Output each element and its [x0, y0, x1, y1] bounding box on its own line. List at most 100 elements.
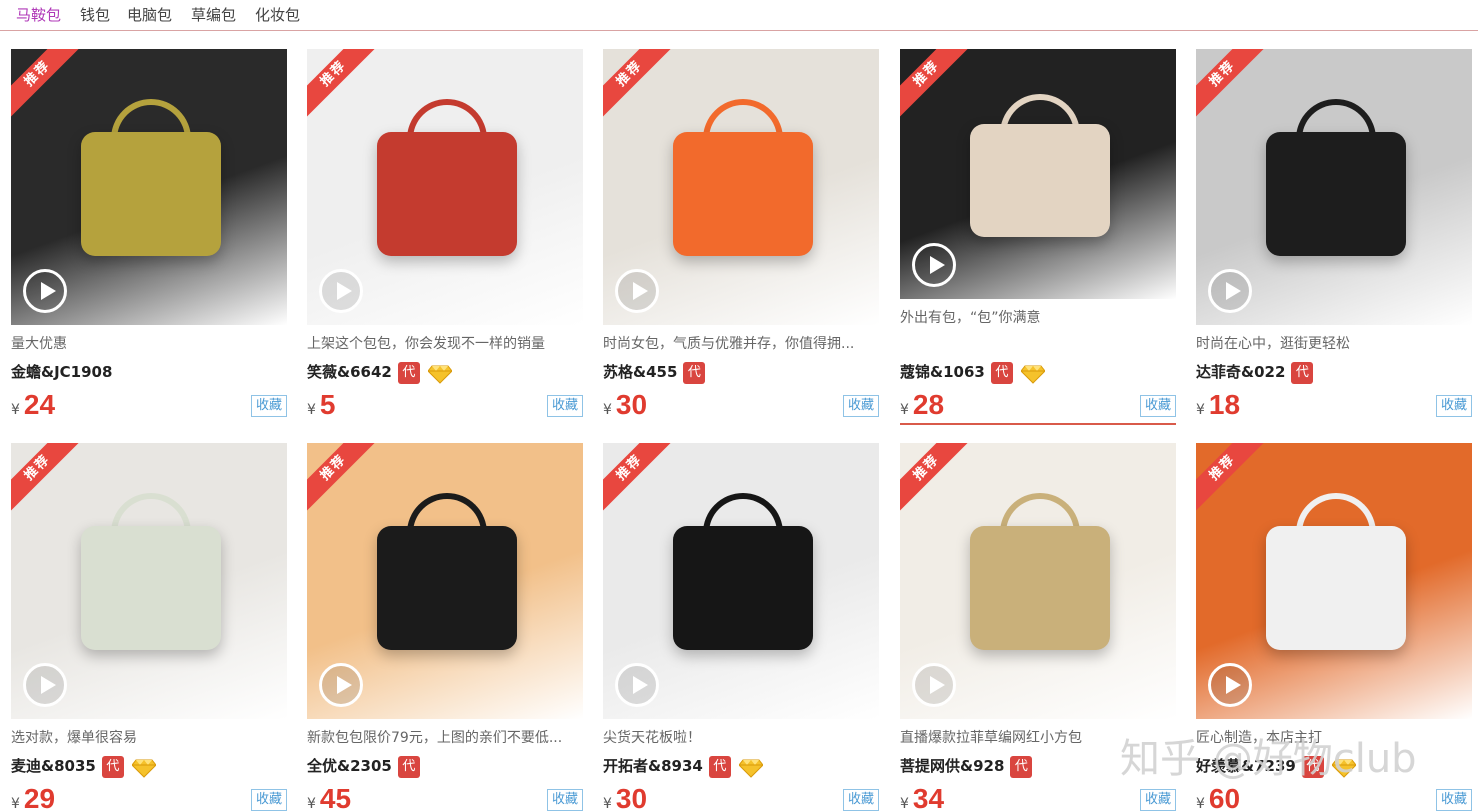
product-card[interactable]: 推荐选对款，爆单很容易 麦迪&8035 代 ¥29 收藏: [11, 425, 287, 812]
play-icon[interactable]: [1208, 663, 1252, 707]
product-image[interactable]: 推荐: [603, 49, 879, 325]
shop-name[interactable]: 蔻锦&1063 代: [900, 361, 1046, 384]
bag-shape: [81, 525, 221, 650]
bag-shape: [81, 131, 221, 256]
play-icon[interactable]: [1208, 269, 1252, 313]
product-price: ¥30: [603, 783, 647, 812]
nav-item-straw-bag[interactable]: 草编包: [191, 4, 236, 25]
play-icon[interactable]: [23, 269, 67, 313]
favorite-button[interactable]: 收藏: [1140, 789, 1176, 811]
product-image[interactable]: 推荐: [307, 49, 583, 325]
shop-name[interactable]: 菩提网供&928 代: [900, 755, 1033, 778]
favorite-button[interactable]: 收藏: [1436, 789, 1472, 811]
product-card[interactable]: 推荐 尖货天花板啦！ 开拓者&8934 代 ¥30 收藏: [603, 425, 879, 812]
shop-name[interactable]: 开拓者&8934 代: [603, 755, 764, 778]
price-value: 45: [319, 783, 352, 812]
shop-label: 苏格&455: [603, 363, 678, 381]
product-price: ¥30: [603, 389, 647, 421]
dropship-badge: 代: [708, 755, 731, 778]
recommend-badge: 推荐: [900, 443, 974, 515]
favorite-button[interactable]: 收藏: [251, 789, 287, 811]
shop-name[interactable]: 全优&2305 代: [307, 755, 420, 778]
product-description: 时尚在心中，逛街更轻松: [1196, 336, 1350, 352]
nav-item-laptop-bag[interactable]: 电脑包: [127, 4, 172, 25]
product-image[interactable]: 推荐: [1196, 443, 1472, 719]
product-image[interactable]: 推荐: [307, 443, 583, 719]
product-description: 时尚女包，气质与优雅并存，你值得拥...: [603, 336, 855, 352]
shop-name[interactable]: 达菲奇&022 代: [1196, 361, 1314, 384]
shop-name[interactable]: 麦迪&8035 代: [11, 755, 157, 778]
product-grid: 推荐 量大优惠 金蟾&JC1908 ¥24 收藏 推荐 上架这个包包，你会发现不一样的销量笑…: [0, 31, 1478, 812]
currency-symbol: ¥: [900, 402, 909, 418]
price-value: 5: [319, 389, 336, 420]
product-image[interactable]: 推荐: [603, 443, 879, 719]
favorite-button[interactable]: 收藏: [1140, 395, 1176, 417]
product-description: 上架这个包包，你会发现不一样的销量: [307, 336, 545, 352]
diamond-vip-icon: [427, 364, 453, 384]
dropship-badge: 代: [101, 755, 124, 778]
diamond-vip-icon: [131, 758, 157, 778]
favorite-button[interactable]: 收藏: [547, 789, 583, 811]
product-image[interactable]: 推荐: [1196, 49, 1472, 325]
price-value: 30: [615, 783, 648, 812]
recommend-badge: 推荐: [11, 443, 85, 515]
product-price: ¥29: [11, 783, 55, 812]
price-value: 34: [912, 783, 945, 812]
currency-symbol: ¥: [307, 402, 316, 418]
product-card[interactable]: 推荐时尚女包，气质与优雅并存，你值得拥... 苏格&455 代 ¥30 收藏: [603, 31, 879, 421]
product-image[interactable]: 推荐: [900, 49, 1176, 299]
category-nav: 马鞍包 钱包 电脑包 草编包 化妆包: [0, 0, 1478, 31]
bag-shape: [673, 131, 813, 256]
product-description: 选对款，爆单很容易: [11, 730, 137, 746]
product-card[interactable]: 推荐上架这个包包，你会发现不一样的销量笑薇&6642 代 ¥5 收藏: [307, 31, 583, 421]
shop-label: 麦迪&8035: [11, 757, 96, 775]
favorite-button[interactable]: 收藏: [251, 395, 287, 417]
shop-name[interactable]: 笑薇&6642 代: [307, 361, 453, 384]
watermark: 知乎 @好物club: [1120, 736, 1417, 782]
play-icon[interactable]: [319, 269, 363, 313]
product-card[interactable]: 推荐 时尚在心中，逛街更轻松 达菲奇&022 代 ¥18 收藏: [1196, 31, 1472, 421]
product-card[interactable]: 推荐 外出有包，“包”你满意 蔻锦&1063 代 ¥28 收藏: [900, 31, 1176, 425]
bag-shape: [673, 525, 813, 650]
dropship-badge: 代: [397, 755, 420, 778]
price-value: 29: [23, 783, 56, 812]
price-value: 24: [23, 389, 56, 420]
product-price: ¥5: [307, 389, 336, 421]
product-card[interactable]: 推荐新款包包限价79元，上图的亲们不要低... 全优&2305 代 ¥45 收藏: [307, 425, 583, 812]
dropship-badge: 代: [1291, 361, 1314, 384]
shop-name[interactable]: 金蟾&JC1908: [11, 361, 112, 382]
product-price: ¥45: [307, 783, 351, 812]
bag-shape: [970, 124, 1110, 237]
product-image[interactable]: 推荐: [11, 49, 287, 325]
play-icon[interactable]: [615, 269, 659, 313]
currency-symbol: ¥: [11, 796, 20, 812]
bag-shape: [377, 131, 517, 256]
bag-shape: [377, 525, 517, 650]
play-icon[interactable]: [319, 663, 363, 707]
dropship-badge: 代: [990, 361, 1013, 384]
shop-label: 全优&2305: [307, 757, 392, 775]
price-value: 60: [1208, 783, 1241, 812]
nav-item-wallet[interactable]: 钱包: [80, 4, 110, 25]
price-value: 28: [912, 389, 945, 420]
product-image[interactable]: 推荐: [11, 443, 287, 719]
favorite-button[interactable]: 收藏: [843, 789, 879, 811]
play-icon[interactable]: [23, 663, 67, 707]
currency-symbol: ¥: [307, 796, 316, 812]
product-price: ¥24: [11, 389, 55, 421]
play-icon[interactable]: [912, 663, 956, 707]
shop-name[interactable]: 苏格&455 代: [603, 361, 706, 384]
play-icon[interactable]: [615, 663, 659, 707]
product-description: 新款包包限价79元，上图的亲们不要低...: [307, 730, 563, 746]
product-card[interactable]: 推荐 量大优惠 金蟾&JC1908 ¥24 收藏: [11, 31, 287, 421]
play-icon[interactable]: [912, 243, 956, 287]
nav-item-saddle-bag[interactable]: 马鞍包: [16, 4, 61, 25]
recommend-badge: 推荐: [1196, 49, 1270, 121]
favorite-button[interactable]: 收藏: [843, 395, 879, 417]
recommend-badge: 推荐: [603, 49, 677, 121]
favorite-button[interactable]: 收藏: [547, 395, 583, 417]
product-image[interactable]: 推荐: [900, 443, 1176, 719]
nav-item-cosmetic-bag[interactable]: 化妆包: [255, 4, 300, 25]
favorite-button[interactable]: 收藏: [1436, 395, 1472, 417]
recommend-badge: 推荐: [603, 443, 677, 515]
